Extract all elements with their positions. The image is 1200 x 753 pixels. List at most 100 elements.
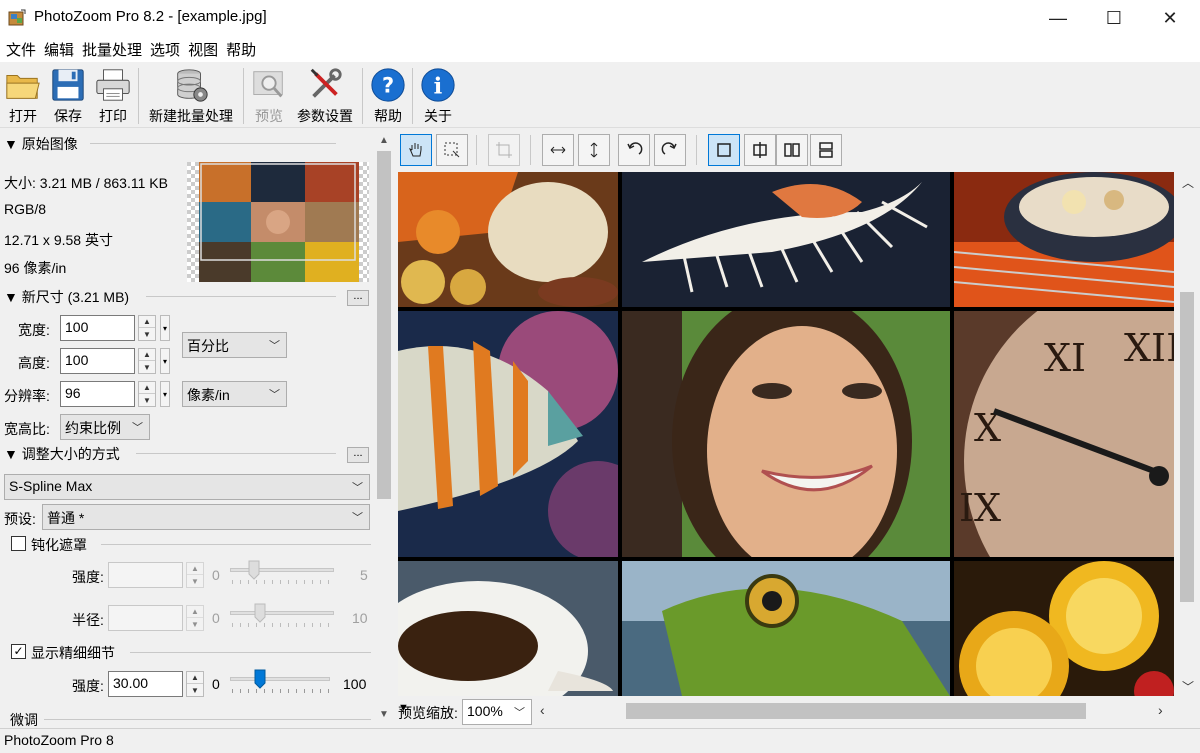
help-button[interactable]: ? 帮助: [368, 64, 408, 126]
new-size-header[interactable]: ▼ 新尺寸 (3.21 MB): [4, 287, 129, 307]
fine-detail-strength-spinner[interactable]: ▲ ▼: [186, 671, 204, 697]
resolution-unit-dropdown[interactable]: ▾: [160, 381, 170, 407]
new-batch-button[interactable]: 新建批量处理: [146, 64, 236, 126]
top-bottom-view-button[interactable]: [810, 134, 842, 166]
split-view-button[interactable]: [744, 134, 776, 166]
original-dimensions: 12.71 x 9.58 英寸: [4, 232, 113, 248]
fine-detail-thumb[interactable]: [254, 669, 266, 689]
unsharp-radius-spinner[interactable]: ▲ ▼: [186, 605, 204, 631]
menu-view[interactable]: 视图: [188, 39, 224, 60]
preview-zoom-label: 预览缩放:: [398, 705, 458, 721]
toolbar-separator: [696, 135, 697, 165]
width-spinner[interactable]: ▲ ▼: [138, 315, 156, 341]
scroll-down-arrow-icon[interactable]: ﹀: [1182, 678, 1194, 695]
crop-button[interactable]: [488, 134, 520, 166]
section-divider: [130, 652, 371, 653]
unsharp-radius-max: 10: [352, 610, 368, 626]
scrollbar-thumb[interactable]: [377, 151, 391, 499]
minimize-button[interactable]: —: [1030, 0, 1086, 36]
preview-tile-seashell: [622, 172, 950, 307]
settings-panel: ▼ 原始图像 大小: 3.21 MB / 863.11 KB RGB/8 12.…: [0, 129, 374, 727]
unsharp-radius-min: 0: [212, 610, 220, 626]
toolbar-separator: [138, 68, 139, 124]
resolution-unit-select[interactable]: 像素/in ﹀: [182, 381, 287, 407]
open-button[interactable]: 打开: [4, 64, 42, 126]
image-preview[interactable]: XI XII X IX: [398, 172, 1174, 696]
menu-options[interactable]: 选项: [150, 39, 186, 60]
fine-tune-label: 微调: [10, 712, 38, 727]
save-button[interactable]: 保存: [48, 64, 88, 126]
svg-text:?: ?: [382, 74, 394, 98]
unsharp-strength-input[interactable]: [108, 562, 183, 588]
rotate-right-button[interactable]: [654, 134, 686, 166]
scroll-left-arrow-icon[interactable]: ‹: [540, 702, 545, 718]
width-input[interactable]: 100: [60, 315, 135, 341]
unsharp-strength-slider[interactable]: [230, 568, 334, 572]
height-input[interactable]: 100: [60, 348, 135, 374]
flip-horizontal-button[interactable]: [542, 134, 574, 166]
single-view-button[interactable]: [708, 134, 740, 166]
width-unit-dropdown[interactable]: ▾: [160, 315, 170, 341]
original-image-header[interactable]: ▼ 原始图像: [4, 134, 78, 154]
scroll-up-arrow-icon[interactable]: ▲: [379, 135, 389, 146]
rotate-left-button[interactable]: [618, 134, 650, 166]
resize-method-header[interactable]: ▼ 调整大小的方式: [4, 444, 120, 464]
unsharp-mask-checkbox[interactable]: [11, 536, 26, 551]
resolution-input[interactable]: 96: [60, 381, 135, 407]
scroll-down-arrow-icon[interactable]: ▼: [379, 709, 389, 720]
about-button[interactable]: i 关于: [418, 64, 458, 126]
unsharp-radius-thumb[interactable]: [254, 603, 266, 623]
unsharp-radius-input[interactable]: [108, 605, 183, 631]
preview-tile-frog: [622, 561, 950, 696]
resolution-label: 分辨率:: [4, 388, 50, 404]
size-unit-select[interactable]: 百分比 ﹀: [182, 332, 287, 358]
preset-select[interactable]: 普通 * ﹀: [42, 504, 370, 530]
preview-zoom-select[interactable]: 100% ﹀: [462, 699, 532, 725]
preset-label: 预设:: [4, 511, 36, 527]
side-by-side-view-button[interactable]: [776, 134, 808, 166]
menu-edit[interactable]: 编辑: [44, 39, 80, 60]
hand-tool-button[interactable]: [400, 134, 432, 166]
menu-batch[interactable]: 批量处理: [82, 39, 148, 60]
height-spinner[interactable]: ▲ ▼: [138, 348, 156, 374]
scroll-right-arrow-icon[interactable]: ›: [1158, 702, 1163, 718]
resize-method-more-button[interactable]: ...: [347, 447, 369, 463]
scrollbar-thumb[interactable]: [1180, 292, 1194, 602]
preview-vertical-scrollbar[interactable]: ︿ ﹀: [1176, 172, 1198, 696]
height-unit-dropdown[interactable]: ▾: [160, 348, 170, 374]
fine-detail-strength-input[interactable]: 30.00: [108, 671, 183, 697]
print-button[interactable]: 打印: [94, 64, 132, 126]
preview-tile-portrait: [622, 311, 950, 557]
unsharp-strength-thumb[interactable]: [248, 560, 260, 580]
horizontal-scrollbar-thumb[interactable]: [626, 703, 1086, 719]
chevron-down-icon: ﹀: [514, 707, 525, 719]
new-size-more-button[interactable]: ...: [347, 290, 369, 306]
thumbnail-navigator[interactable]: [187, 162, 369, 282]
preview-bottom-bar: ▼ ▼ 预览缩放: 100%﹀ ‹ ›: [396, 698, 1200, 726]
vertical-arrows-icon: [590, 142, 598, 158]
menu-file[interactable]: 文件: [6, 39, 42, 60]
aspect-select[interactable]: 约束比例 ﹀: [60, 414, 150, 440]
flip-vertical-button[interactable]: [578, 134, 610, 166]
unsharp-strength-spinner[interactable]: ▲ ▼: [186, 562, 204, 588]
unsharp-strength-max: 5: [360, 567, 368, 583]
maximize-button[interactable]: ☐: [1086, 0, 1142, 36]
scroll-up-arrow-icon[interactable]: ︿: [1182, 174, 1194, 191]
close-button[interactable]: ✕: [1142, 0, 1198, 36]
hand-icon: [409, 143, 422, 157]
menu-help[interactable]: 帮助: [226, 39, 262, 60]
resize-method-select[interactable]: S-Spline Max ﹀: [4, 474, 370, 500]
fine-detail-slider[interactable]: [230, 677, 330, 681]
preview-button[interactable]: 预览: [250, 64, 288, 126]
fine-detail-strength-label: 强度:: [72, 678, 104, 694]
help-question-icon: ?: [371, 68, 405, 102]
preview-toolbar: [396, 129, 1200, 171]
settings-panel-scrollbar[interactable]: ▲ ▼: [374, 129, 394, 727]
window-title: PhotoZoom Pro 8.2 - [example.jpg]: [34, 8, 267, 25]
resolution-spinner[interactable]: ▲ ▼: [138, 381, 156, 407]
selection-tool-button[interactable]: [436, 134, 468, 166]
preview-tile-grill: [954, 172, 1174, 307]
unsharp-radius-slider[interactable]: [230, 611, 334, 615]
settings-button[interactable]: 参数设置: [294, 64, 356, 126]
fine-detail-checkbox[interactable]: ✓: [11, 644, 26, 659]
